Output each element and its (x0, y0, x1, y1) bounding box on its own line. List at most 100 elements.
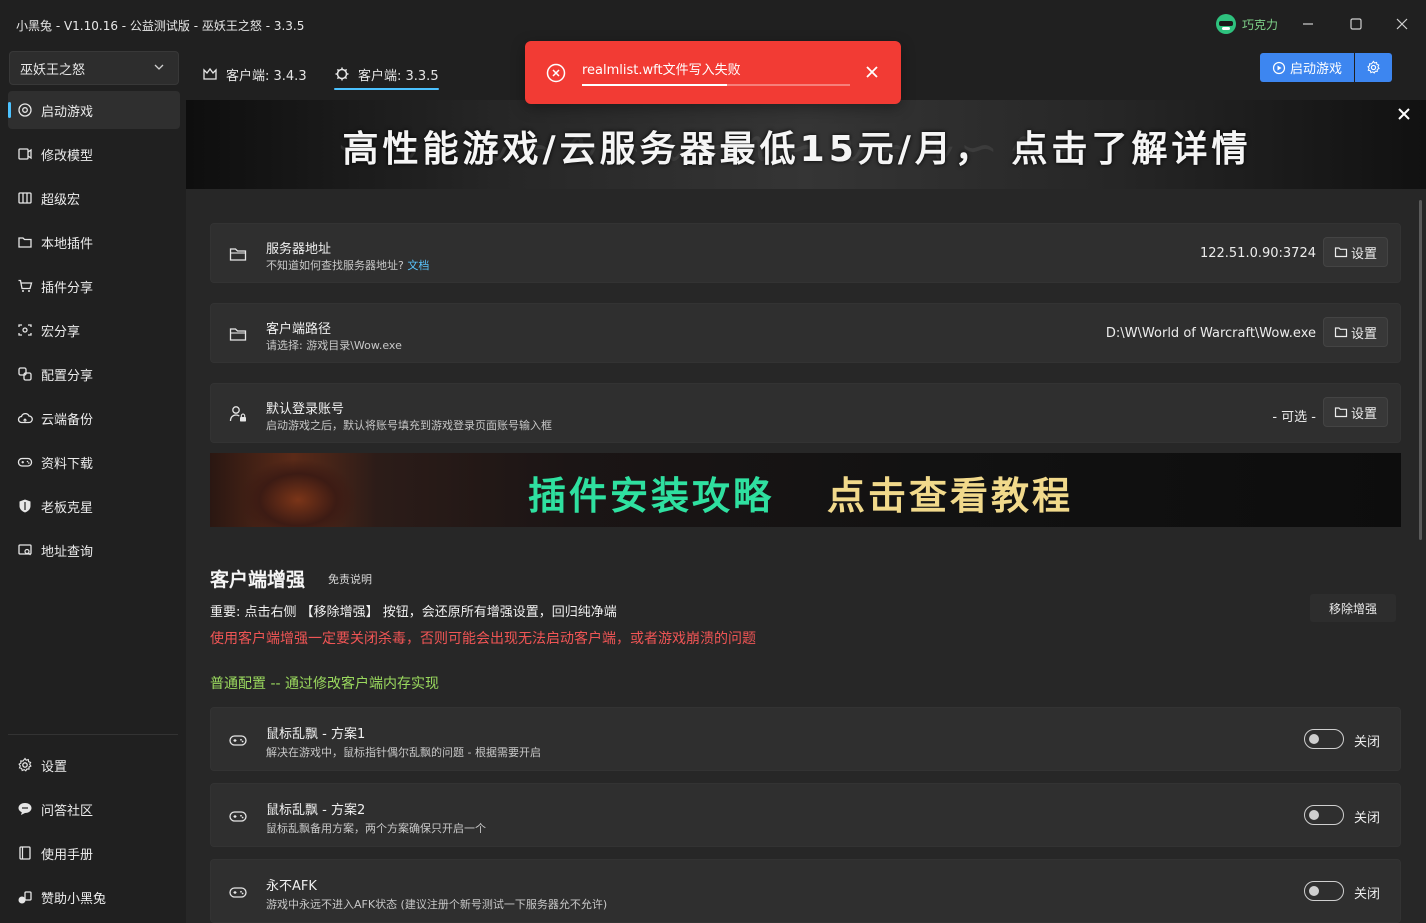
set-button-label: 设置 (1350, 326, 1377, 342)
disclaimer-link[interactable]: 免责说明 (328, 571, 372, 587)
option-title: 鼠标乱飘 - 方案1 (266, 727, 366, 742)
client-path-set-button[interactable]: 设置 (1323, 317, 1388, 347)
option-subtitle: 游戏中永远不进入AFK状态 (建议注册个新号测试一下服务器允不允许) (266, 898, 608, 911)
sidebar-item-label: 资料下载 (41, 456, 94, 472)
target-icon (18, 103, 32, 117)
sidebar-item-label: 配置分享 (41, 368, 94, 384)
antivirus-warning: 使用客户端增强一定要关闭杀毒，否则可能会出现无法启动客户端，或者游戏崩溃的问题 (210, 631, 756, 647)
server-address-set-button[interactable]: 设置 (1323, 237, 1388, 267)
gear-icon (1367, 60, 1380, 74)
client-select-value: 巫妖王之怒 (20, 62, 86, 78)
option-toggle-switch[interactable] (1304, 729, 1344, 749)
sidebar-item-macro[interactable]: 超级宏 (8, 179, 180, 217)
option-toggle-switch[interactable] (1304, 805, 1344, 825)
important-note: 重要: 点击右侧 【移除增强】 按钮，会还原所有增强设置，回归纯净端 (210, 605, 617, 620)
ad-banner-server[interactable]: ∽∿∽∿∽∿∽∿∽∿∽∿∽∿∽∿∽ 高性能游戏/云服务器最低15元/月， 点击了… (186, 100, 1426, 189)
rocket-icon (1272, 61, 1286, 74)
minimize-icon[interactable] (1298, 14, 1318, 34)
option-mouse-drift-2: 鼠标乱飘 - 方案2 鼠标乱飘备用方案，两个方案确保只开启一个 关闭 (210, 783, 1401, 847)
folder-icon (18, 237, 32, 248)
client-path-setting: 客户端路径 请选择: 游戏目录\Wow.exe D:\W\World of Wa… (210, 303, 1401, 363)
sidebar-item-boss-key[interactable]: 老板克星 (8, 487, 180, 525)
sidebar-item-sponsor[interactable]: 赞助小黑兔 (8, 878, 180, 916)
maximize-icon[interactable] (1346, 14, 1366, 34)
toast-progress-fill (582, 84, 727, 86)
sidebar-item-label: 云端备份 (41, 412, 94, 428)
user-avatar-icon (1216, 14, 1236, 34)
folder-icon (229, 248, 247, 261)
banner-character-art (238, 459, 358, 527)
gear-icon (335, 67, 349, 81)
tab-client-335[interactable]: 客户端: 3.3.5 (334, 60, 439, 90)
sidebar-item-label: 地址查询 (41, 544, 94, 560)
sidebar-item-config-share[interactable]: 配置分享 (8, 355, 180, 393)
crown-icon (203, 67, 217, 80)
default-account-set-button[interactable]: 设置 (1323, 397, 1388, 427)
chevron-down-icon (154, 64, 164, 70)
option-toggle-switch[interactable] (1304, 881, 1344, 901)
server-address-value: 122.51.0.90:3724 (1199, 246, 1316, 261)
sidebar-item-cloud-backup[interactable]: 云端备份 (8, 399, 180, 437)
docs-link[interactable]: 文档 (407, 259, 429, 272)
sidebar-item-local-plugins[interactable]: 本地插件 (8, 223, 180, 261)
set-button-label: 设置 (1350, 406, 1377, 422)
sidebar-item-settings[interactable]: 设置 (8, 746, 180, 784)
enhance-section-title: 客户端增强 (210, 569, 306, 591)
default-account-setting: 默认登录账号 启动游戏之后，默认将账号填充到游戏登录页面账号输入框 - 可选 -… (210, 383, 1401, 443)
sidebar-item-label: 插件分享 (41, 280, 94, 296)
setting-subtitle-text: 不知道如何查找服务器地址? (266, 259, 404, 272)
close-banner-icon[interactable] (1394, 104, 1414, 124)
remove-enhance-button[interactable]: 移除增强 (1310, 594, 1396, 622)
chat-icon (18, 803, 32, 815)
user-name: 巧克力 (1242, 17, 1279, 32)
model-icon (18, 148, 32, 160)
book-icon (19, 846, 31, 860)
user-lock-icon (229, 406, 246, 422)
close-icon[interactable] (864, 64, 880, 80)
gamepad-icon (17, 457, 33, 467)
gift-icon (18, 891, 32, 904)
tab-label: 客户端: 3.3.5 (358, 68, 439, 84)
toast-progress-bar (582, 84, 850, 86)
option-title: 永不AFK (266, 879, 317, 894)
launch-settings-button[interactable] (1355, 53, 1392, 82)
sidebar-item-label: 问答社区 (41, 803, 94, 819)
server-address-setting: 服务器地址 不知道如何查找服务器地址? 文档 122.51.0.90:3724 … (210, 223, 1401, 283)
sidebar-item-plugin-share[interactable]: 插件分享 (8, 267, 180, 305)
folder-icon (1334, 247, 1348, 258)
sidebar-item-macro-share[interactable]: 宏分享 (8, 311, 180, 349)
sidebar-item-label: 使用手册 (41, 847, 94, 863)
setting-subtitle: 不知道如何查找服务器地址? 文档 (266, 257, 429, 273)
sidebar-item-manual[interactable]: 使用手册 (8, 834, 180, 872)
setting-title: 服务器地址 (266, 242, 332, 257)
lookup-icon (18, 544, 32, 556)
sidebar-item-label: 启动游戏 (41, 104, 94, 120)
sidebar-item-label: 赞助小黑兔 (41, 891, 107, 907)
set-button-label: 设置 (1350, 246, 1377, 262)
normal-config-heading: 普通配置 -- 通过修改客户端内存实现 (210, 676, 440, 692)
sidebar-item-label: 修改模型 (41, 148, 94, 164)
option-never-afk: 永不AFK 游戏中永远不进入AFK状态 (建议注册个新号测试一下服务器允不允许)… (210, 859, 1401, 923)
sidebar-item-label: 设置 (41, 759, 68, 775)
sidebar-item-downloads[interactable]: 资料下载 (8, 443, 180, 481)
client-version-select[interactable]: 巫妖王之怒 (9, 51, 179, 85)
close-window-icon[interactable] (1392, 14, 1412, 34)
launch-game-label: 启动游戏 (1289, 62, 1342, 77)
sidebar: 巫妖王之怒 启动游戏 修改模型 超级宏 本地插件 插件分享 宏分享 配置分享 云… (0, 48, 186, 923)
option-toggle-state: 关闭 (1354, 811, 1381, 826)
sidebar-item-label: 老板克星 (41, 500, 94, 516)
folder-icon (1334, 327, 1348, 338)
content-scrollbar[interactable] (1419, 200, 1422, 540)
shield-icon (19, 499, 31, 513)
main-content: ∽∿∽∿∽∿∽∿∽∿∽∿∽∿∽∿∽ 高性能游戏/云服务器最低15元/月， 点击了… (186, 100, 1426, 923)
option-toggle-state: 关闭 (1354, 887, 1381, 902)
sidebar-item-launch[interactable]: 启动游戏 (8, 91, 180, 129)
user-account[interactable]: 巧克力 (1216, 14, 1278, 34)
sidebar-item-address-lookup[interactable]: 地址查询 (8, 531, 180, 569)
plugin-tutorial-banner[interactable]: 插件安装攻略 点击查看教程 (210, 453, 1401, 527)
sidebar-divider (8, 734, 178, 735)
sidebar-item-model[interactable]: 修改模型 (8, 135, 180, 173)
sidebar-item-community[interactable]: 问答社区 (8, 790, 180, 828)
launch-game-button[interactable]: 启动游戏 (1260, 53, 1354, 82)
tab-client-343[interactable]: 客户端: 3.4.3 (202, 60, 307, 88)
